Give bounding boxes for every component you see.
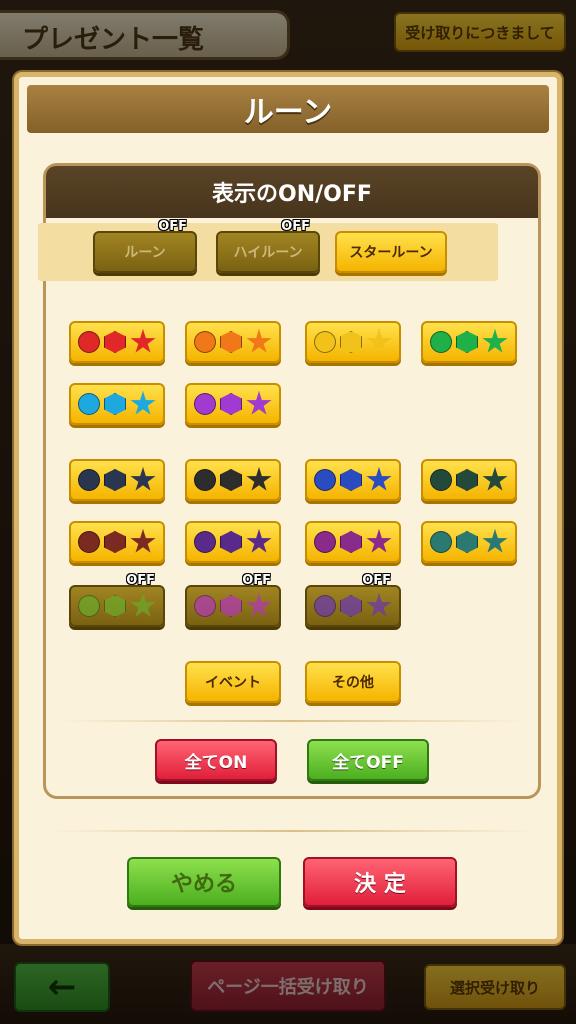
divider	[49, 830, 535, 832]
rune-gem-icon	[78, 469, 100, 491]
star-rune-gem-icon	[366, 593, 392, 617]
tab-high-rune-label: ハイルーン	[233, 245, 303, 261]
star-rune-gem-icon	[130, 467, 156, 491]
high-rune-gem-icon	[456, 331, 478, 353]
star-rune-gem-icon	[130, 593, 156, 617]
star-rune-gem-icon	[366, 329, 392, 353]
star-rune-gem-icon	[130, 529, 156, 553]
high-rune-gem-icon	[340, 595, 362, 617]
high-rune-gem-icon	[220, 531, 242, 553]
rune-filter-modal: ルーン 表示のON/OFF OFF ルーン OFF ハイルーン スタールーン イ…	[14, 72, 562, 944]
rune-toggle-button[interactable]	[421, 459, 517, 501]
cancel-button[interactable]: やめる	[127, 857, 281, 907]
high-rune-gem-icon	[340, 531, 362, 553]
high-rune-gem-icon	[104, 595, 126, 617]
star-rune-gem-icon	[366, 529, 392, 553]
star-rune-gem-icon	[246, 391, 272, 415]
all-on-button[interactable]: 全てON	[155, 739, 277, 781]
star-rune-gem-icon	[246, 529, 272, 553]
rune-toggle-button[interactable]	[185, 521, 281, 563]
high-rune-gem-icon	[340, 469, 362, 491]
rune-toggle-button[interactable]: OFF	[305, 573, 401, 627]
rune-gem-icon	[194, 393, 216, 415]
rune-gem-icon	[430, 531, 452, 553]
high-rune-gem-icon	[456, 531, 478, 553]
rune-toggle-button[interactable]	[185, 459, 281, 501]
rune-toggle-button[interactable]: OFF	[69, 573, 165, 627]
rune-toggle-button[interactable]	[185, 383, 281, 425]
divider	[59, 720, 525, 722]
rune-toggle-button[interactable]	[69, 383, 165, 425]
high-rune-gem-icon	[220, 469, 242, 491]
star-rune-gem-icon	[482, 467, 508, 491]
event-button[interactable]: イベント	[185, 661, 281, 703]
modal-title: ルーン	[27, 85, 549, 133]
all-off-button[interactable]: 全てOFF	[307, 739, 429, 781]
rune-toggle-button[interactable]	[69, 521, 165, 563]
rune-gem-icon	[314, 469, 336, 491]
off-badge: OFF	[281, 219, 310, 234]
star-rune-gem-icon	[482, 529, 508, 553]
rune-gem-icon	[194, 531, 216, 553]
other-button[interactable]: その他	[305, 661, 401, 703]
high-rune-gem-icon	[104, 331, 126, 353]
rune-type-tab-strip: OFF ルーン OFF ハイルーン スタールーン	[38, 219, 498, 281]
off-badge: OFF	[242, 573, 271, 588]
rune-gem-icon	[314, 531, 336, 553]
high-rune-gem-icon	[340, 331, 362, 353]
star-rune-gem-icon	[246, 593, 272, 617]
rune-toggle-button[interactable]	[305, 459, 401, 501]
high-rune-gem-icon	[104, 531, 126, 553]
tab-rune-label: ルーン	[124, 245, 166, 261]
rune-toggle-button[interactable]	[305, 521, 401, 563]
rune-gem-icon	[78, 595, 100, 617]
star-rune-gem-icon	[130, 329, 156, 353]
high-rune-gem-icon	[104, 393, 126, 415]
off-badge: OFF	[126, 573, 155, 588]
rune-gem-icon	[194, 331, 216, 353]
rune-gem-icon	[430, 469, 452, 491]
high-rune-gem-icon	[220, 595, 242, 617]
rune-toggle-button[interactable]	[305, 321, 401, 363]
star-rune-gem-icon	[366, 467, 392, 491]
star-rune-gem-icon	[130, 391, 156, 415]
off-badge: OFF	[158, 219, 187, 234]
high-rune-gem-icon	[456, 469, 478, 491]
tab-star-rune-label: スタールーン	[349, 245, 433, 261]
rune-gem-icon	[78, 331, 100, 353]
high-rune-gem-icon	[220, 331, 242, 353]
rune-gem-icon	[194, 595, 216, 617]
off-badge: OFF	[362, 573, 391, 588]
panel-title: 表示のON/OFF	[46, 166, 538, 218]
rune-toggle-button[interactable]: OFF	[185, 573, 281, 627]
rune-gem-icon	[194, 469, 216, 491]
rune-gem-icon	[78, 393, 100, 415]
rune-toggle-button[interactable]	[69, 459, 165, 501]
star-rune-gem-icon	[246, 467, 272, 491]
rune-gem-icon	[314, 331, 336, 353]
rune-toggle-button[interactable]	[69, 321, 165, 363]
high-rune-gem-icon	[104, 469, 126, 491]
confirm-button[interactable]: 決 定	[303, 857, 457, 907]
tab-high-rune[interactable]: OFF ハイルーン	[216, 219, 320, 273]
high-rune-gem-icon	[220, 393, 242, 415]
tab-star-rune[interactable]: スタールーン	[335, 231, 447, 273]
star-rune-gem-icon	[246, 329, 272, 353]
star-rune-gem-icon	[482, 329, 508, 353]
rune-toggle-button[interactable]	[421, 321, 517, 363]
tab-rune[interactable]: OFF ルーン	[93, 219, 197, 273]
rune-gem-icon	[78, 531, 100, 553]
rune-toggle-button[interactable]	[185, 321, 281, 363]
rune-toggle-button[interactable]	[421, 521, 517, 563]
rune-gem-icon	[314, 595, 336, 617]
rune-gem-icon	[430, 331, 452, 353]
